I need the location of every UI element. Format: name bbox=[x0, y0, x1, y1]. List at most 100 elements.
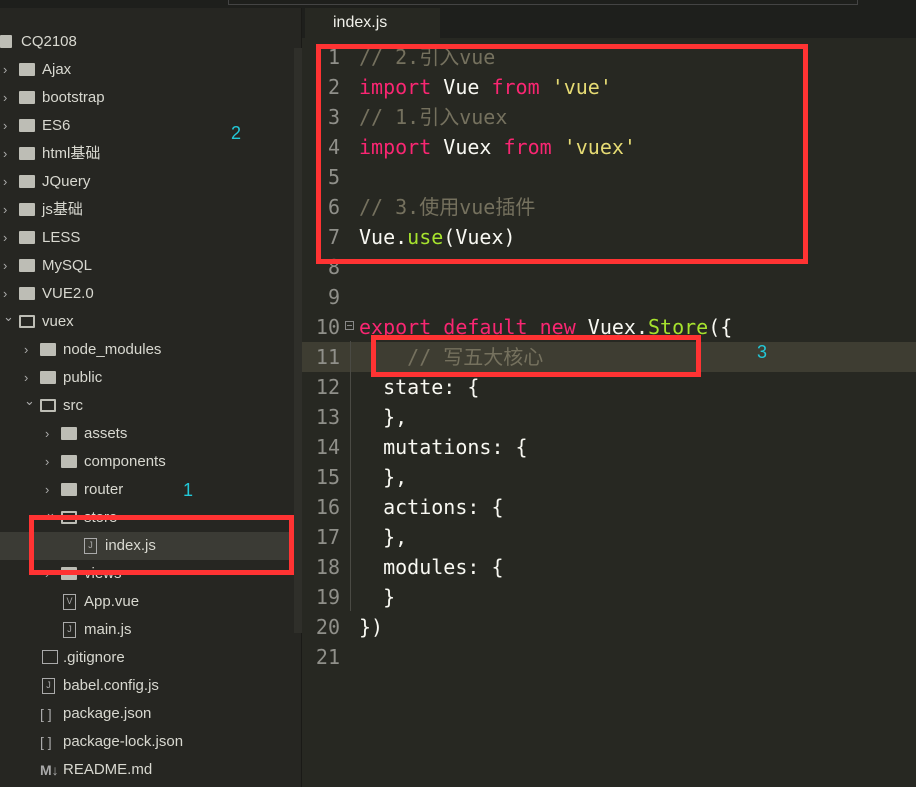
line-number: 13 bbox=[315, 405, 340, 429]
tree-item-label: README.md bbox=[63, 761, 153, 778]
code-text: }, bbox=[359, 402, 407, 432]
code-line[interactable]: 9 bbox=[302, 282, 916, 312]
tree-item-label: App.vue bbox=[84, 593, 140, 610]
line-number: 17 bbox=[315, 525, 340, 549]
folder-icon bbox=[19, 287, 35, 300]
chevron-right-icon[interactable]: › bbox=[3, 196, 13, 224]
folder-open-icon bbox=[19, 315, 35, 328]
indent-guide bbox=[350, 341, 351, 611]
chevron-right-icon[interactable]: › bbox=[3, 224, 13, 252]
annotation-number-1: 1 bbox=[183, 480, 194, 500]
folder-icon bbox=[19, 203, 35, 216]
code-token: }, bbox=[359, 465, 408, 489]
tree-item-label: public bbox=[63, 369, 103, 386]
folder-open-icon bbox=[40, 399, 56, 412]
tree-item-label: package.json bbox=[63, 705, 152, 722]
annotation-box-imports bbox=[316, 44, 808, 264]
code-line[interactable]: 17 }, bbox=[302, 522, 916, 552]
code-line[interactable]: 18 modules: { bbox=[302, 552, 916, 582]
chevron-right-icon[interactable]: › bbox=[3, 140, 13, 168]
folder-icon bbox=[19, 175, 35, 188]
tree-item-label: router bbox=[84, 481, 124, 498]
tree-item[interactable]: › MySQL bbox=[0, 252, 294, 280]
tree-item[interactable]: ⌄ vuex bbox=[0, 308, 294, 336]
json-file-icon: [ ] bbox=[40, 734, 52, 750]
tree-item[interactable]: M↓ README.md bbox=[0, 756, 294, 784]
tree-item-label: MySQL bbox=[42, 257, 93, 274]
chevron-right-icon[interactable]: › bbox=[24, 336, 34, 364]
tab-label: index.js bbox=[333, 14, 388, 31]
tree-item[interactable]: › components bbox=[0, 448, 294, 476]
folder-icon bbox=[61, 427, 77, 440]
annotation-box-comment bbox=[371, 335, 701, 377]
tree-item-label: CQ2108 bbox=[21, 33, 77, 50]
tree-item-label: ES6 bbox=[42, 117, 71, 134]
tree-item[interactable]: CQ2108 bbox=[0, 28, 294, 56]
tree-item[interactable]: Jbabel.config.js bbox=[0, 672, 294, 700]
code-line[interactable]: 19 } bbox=[302, 582, 916, 612]
tab-index-js[interactable]: index.js bbox=[305, 8, 440, 38]
tree-item[interactable]: › assets bbox=[0, 420, 294, 448]
file-tree-sidebar: CQ2108 › Ajax › bootstrap › ES6 › html基础 › JQuery ›… bbox=[0, 8, 302, 787]
code-token: modules: { bbox=[359, 555, 504, 579]
tree-item[interactable]: .gitignore bbox=[0, 644, 294, 672]
tree-item-label: components bbox=[84, 453, 166, 470]
tree-item[interactable]: Jmain.js bbox=[0, 616, 294, 644]
code-token: state: { bbox=[359, 375, 480, 399]
tree-item-label: LESS bbox=[42, 229, 81, 246]
tree-item-label: bootstrap bbox=[42, 89, 105, 106]
tree-item-label: assets bbox=[84, 425, 128, 442]
tree-item[interactable]: › VUE2.0 bbox=[0, 280, 294, 308]
code-token: mutations: { bbox=[359, 435, 528, 459]
fold-toggle-icon[interactable] bbox=[345, 321, 354, 330]
tree-item[interactable]: › node_modules bbox=[0, 336, 294, 364]
code-line[interactable]: 15 }, bbox=[302, 462, 916, 492]
tree-item[interactable]: › LESS bbox=[0, 224, 294, 252]
chevron-down-icon[interactable]: ⌄ bbox=[3, 303, 14, 331]
code-token: actions: { bbox=[359, 495, 504, 519]
folder-icon bbox=[19, 259, 35, 272]
chevron-right-icon[interactable]: › bbox=[3, 252, 13, 280]
code-line[interactable]: 21 bbox=[302, 642, 916, 672]
folder-icon bbox=[40, 343, 56, 356]
tree-item[interactable]: › ES6 bbox=[0, 112, 294, 140]
tree-item[interactable]: › html基础 bbox=[0, 140, 294, 168]
chevron-right-icon[interactable]: › bbox=[3, 84, 13, 112]
folder-icon bbox=[61, 455, 77, 468]
sidebar-scrollbar[interactable] bbox=[294, 48, 302, 633]
tree-item[interactable]: › Ajax bbox=[0, 56, 294, 84]
tree-item[interactable]: [ ] package-lock.json bbox=[0, 728, 294, 756]
chevron-right-icon[interactable]: › bbox=[45, 448, 55, 476]
folder-icon bbox=[19, 119, 35, 132]
code-line[interactable]: 14 mutations: { bbox=[302, 432, 916, 462]
code-text: }) bbox=[359, 612, 383, 642]
annotation-number-3: 3 bbox=[757, 342, 768, 362]
tree-item[interactable]: › bootstrap bbox=[0, 84, 294, 112]
tree-item-label: Ajax bbox=[42, 61, 72, 78]
folder-icon bbox=[19, 147, 35, 160]
tree-item[interactable]: ⌄ src bbox=[0, 392, 294, 420]
line-number: 16 bbox=[315, 495, 340, 519]
chevron-right-icon[interactable]: › bbox=[3, 168, 13, 196]
code-line[interactable]: 16 actions: { bbox=[302, 492, 916, 522]
tree-item[interactable]: › js基础 bbox=[0, 196, 294, 224]
annotation-number-2: 2 bbox=[231, 123, 242, 143]
line-number: 21 bbox=[315, 645, 340, 669]
code-text: } bbox=[359, 582, 395, 612]
tree-item[interactable]: [ ] package.json bbox=[0, 700, 294, 728]
chevron-right-icon[interactable]: › bbox=[3, 56, 13, 84]
code-line[interactable]: 13 }, bbox=[302, 402, 916, 432]
tree-item[interactable]: › public bbox=[0, 364, 294, 392]
tree-item[interactable]: V App.vue bbox=[0, 588, 294, 616]
tree-item[interactable]: › JQuery bbox=[0, 168, 294, 196]
code-line[interactable]: 20}) bbox=[302, 612, 916, 642]
code-token: }, bbox=[359, 405, 408, 429]
top-panel bbox=[228, 0, 858, 5]
chevron-right-icon[interactable]: › bbox=[45, 420, 55, 448]
chevron-right-icon[interactable]: › bbox=[3, 112, 13, 140]
line-number: 15 bbox=[315, 465, 340, 489]
line-number: 20 bbox=[315, 615, 340, 639]
tree-item-label: VUE2.0 bbox=[42, 285, 94, 302]
chevron-down-icon[interactable]: ⌄ bbox=[24, 387, 35, 415]
code-token: }) bbox=[359, 615, 384, 639]
